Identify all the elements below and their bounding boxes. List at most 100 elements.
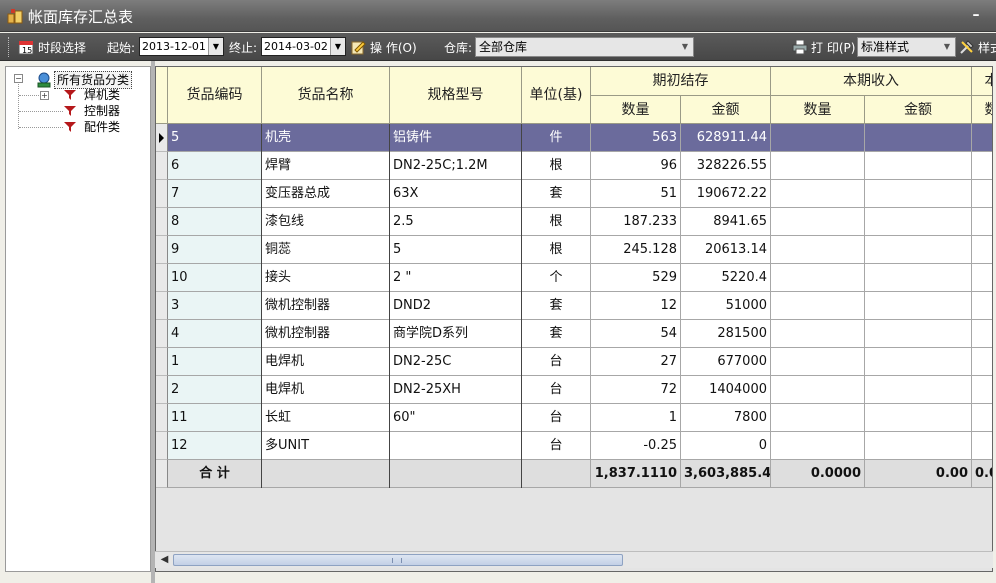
chevron-down-icon[interactable]: ▼	[679, 38, 691, 56]
row-indicator[interactable]	[156, 292, 168, 320]
cell-receive-qty[interactable]	[771, 180, 865, 208]
header-receive[interactable]: 本期收入	[771, 67, 972, 96]
print-button[interactable]: 打 印(P)	[811, 39, 855, 56]
cell-receive-amount[interactable]	[865, 236, 972, 264]
cell-receive-amount[interactable]	[865, 404, 972, 432]
row-indicator[interactable]	[156, 180, 168, 208]
cell-next-qty[interactable]	[972, 432, 992, 460]
cell-name[interactable]: 电焊机	[262, 348, 390, 376]
cell-next-qty[interactable]	[972, 124, 992, 152]
tree-item-welder[interactable]: 焊机类	[62, 87, 142, 103]
cell-receive-qty[interactable]	[771, 404, 865, 432]
cell-spec[interactable]: 商学院D系列	[390, 320, 522, 348]
cell-spec[interactable]: 5	[390, 236, 522, 264]
header-opening-amount[interactable]: 金额	[681, 96, 771, 124]
cell-spec[interactable]: DND2	[390, 292, 522, 320]
cell-unit[interactable]: 套	[522, 320, 591, 348]
header-name[interactable]: 货品名称	[262, 67, 390, 124]
cell-opening-amount[interactable]: 628911.44	[681, 124, 771, 152]
header-receive-amount[interactable]: 金额	[865, 96, 972, 124]
row-indicator[interactable]	[156, 152, 168, 180]
cell-receive-qty[interactable]	[771, 376, 865, 404]
row-indicator[interactable]	[156, 404, 168, 432]
period-select-button[interactable]: 时段选择	[38, 39, 86, 56]
cell-name[interactable]: 微机控制器	[262, 320, 390, 348]
row-indicator[interactable]	[156, 124, 168, 152]
cell-name[interactable]: 长虹	[262, 404, 390, 432]
cell-opening-qty[interactable]: 12	[591, 292, 681, 320]
cell-unit[interactable]: 套	[522, 180, 591, 208]
chevron-down-icon[interactable]: ▼	[208, 38, 223, 55]
header-unit[interactable]: 单位(基)	[522, 67, 591, 124]
tree-item-parts[interactable]: 配件类	[62, 119, 142, 135]
cell-unit[interactable]: 件	[522, 124, 591, 152]
row-indicator[interactable]	[156, 264, 168, 292]
cell-next-qty[interactable]	[972, 236, 992, 264]
cell-opening-qty[interactable]: 187.233	[591, 208, 681, 236]
cell-opening-amount[interactable]: 7800	[681, 404, 771, 432]
row-indicator[interactable]	[156, 236, 168, 264]
cell-unit[interactable]: 根	[522, 152, 591, 180]
row-indicator[interactable]	[156, 320, 168, 348]
warehouse-select[interactable]: 全部仓库 ▼	[475, 37, 694, 57]
cell-opening-qty[interactable]: 96	[591, 152, 681, 180]
cell-receive-amount[interactable]	[865, 124, 972, 152]
cell-name[interactable]: 漆包线	[262, 208, 390, 236]
cell-spec[interactable]: 60"	[390, 404, 522, 432]
cell-unit[interactable]: 个	[522, 264, 591, 292]
scroll-left-icon[interactable]: ◀	[157, 553, 172, 567]
cell-opening-amount[interactable]: 190672.22	[681, 180, 771, 208]
cell-opening-qty[interactable]: -0.25	[591, 432, 681, 460]
start-date-picker[interactable]: 2013-12-01 ▼	[139, 37, 224, 56]
cell-opening-qty[interactable]: 72	[591, 376, 681, 404]
cell-unit[interactable]: 台	[522, 432, 591, 460]
cell-code[interactable]: 12	[168, 432, 262, 460]
cell-receive-qty[interactable]	[771, 124, 865, 152]
cell-receive-qty[interactable]	[771, 348, 865, 376]
cell-spec[interactable]: 2.5	[390, 208, 522, 236]
cell-receive-amount[interactable]	[865, 208, 972, 236]
header-next[interactable]: 本	[972, 67, 992, 96]
cell-code[interactable]: 6	[168, 152, 262, 180]
cell-opening-amount[interactable]: 1404000	[681, 376, 771, 404]
cell-spec[interactable]: DN2-25C	[390, 348, 522, 376]
style-settings-button[interactable]: 样式	[978, 39, 996, 56]
cell-opening-qty[interactable]: 529	[591, 264, 681, 292]
cell-receive-amount[interactable]	[865, 152, 972, 180]
toolbar-grip[interactable]	[8, 37, 11, 57]
cell-opening-qty[interactable]: 51	[591, 180, 681, 208]
chevron-down-icon[interactable]: ▼	[941, 38, 953, 56]
cell-opening-qty[interactable]: 245.128	[591, 236, 681, 264]
header-opening-qty[interactable]: 数量	[591, 96, 681, 124]
cell-receive-qty[interactable]	[771, 320, 865, 348]
cell-name[interactable]: 铜蕊	[262, 236, 390, 264]
cell-unit[interactable]: 台	[522, 348, 591, 376]
cell-next-qty[interactable]	[972, 376, 992, 404]
cell-opening-amount[interactable]: 20613.14	[681, 236, 771, 264]
cell-opening-qty[interactable]: 1	[591, 404, 681, 432]
cell-spec[interactable]: 铝铸件	[390, 124, 522, 152]
cell-code[interactable]: 10	[168, 264, 262, 292]
header-spec[interactable]: 规格型号	[390, 67, 522, 124]
cell-opening-qty[interactable]: 27	[591, 348, 681, 376]
style-select[interactable]: 标准样式 ▼	[857, 37, 956, 57]
tree-root-all-categories[interactable]: 所有货品分类	[34, 71, 150, 89]
cell-receive-qty[interactable]	[771, 292, 865, 320]
cell-receive-amount[interactable]	[865, 376, 972, 404]
collapse-icon[interactable]: −	[14, 74, 23, 83]
cell-next-qty[interactable]	[972, 320, 992, 348]
cell-next-qty[interactable]	[972, 348, 992, 376]
cell-code[interactable]: 11	[168, 404, 262, 432]
row-indicator[interactable]	[156, 432, 168, 460]
cell-unit[interactable]: 台	[522, 404, 591, 432]
scrollbar-thumb[interactable]	[173, 554, 623, 566]
cell-receive-amount[interactable]	[865, 264, 972, 292]
cell-code[interactable]: 9	[168, 236, 262, 264]
cell-receive-amount[interactable]	[865, 432, 972, 460]
cell-spec[interactable]: 2 "	[390, 264, 522, 292]
cell-next-qty[interactable]	[972, 264, 992, 292]
header-receive-qty[interactable]: 数量	[771, 96, 865, 124]
cell-name[interactable]: 微机控制器	[262, 292, 390, 320]
cell-code[interactable]: 5	[168, 124, 262, 152]
cell-spec[interactable]	[390, 432, 522, 460]
